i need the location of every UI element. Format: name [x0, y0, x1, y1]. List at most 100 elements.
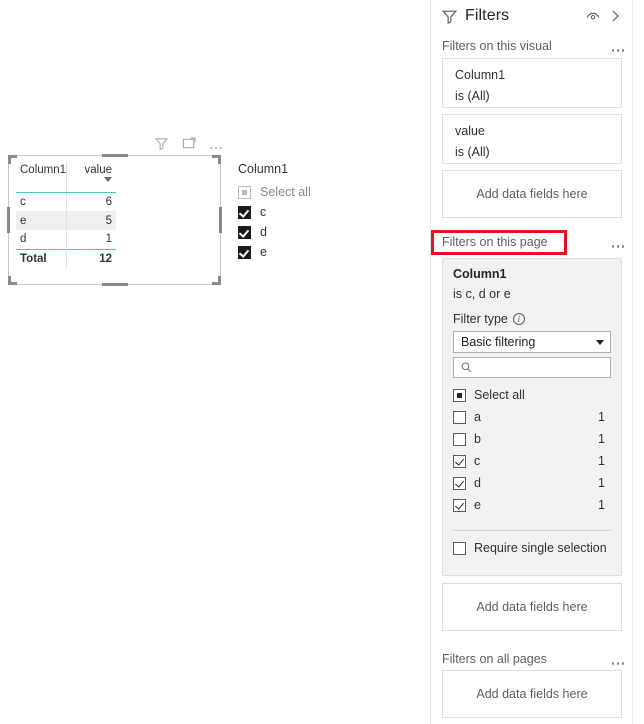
- require-single-selection-label: Require single selection: [474, 541, 607, 555]
- column-header-value-label: value: [84, 164, 113, 176]
- dropzone-label: Add data fields here: [476, 187, 588, 201]
- info-icon[interactable]: i: [512, 313, 525, 325]
- checkbox-checked-icon[interactable]: [453, 498, 466, 512]
- filter-card-column1-visual[interactable]: Column1 is (All): [442, 58, 622, 108]
- slicer-visual[interactable]: Column1 Select all c d e: [238, 162, 368, 262]
- require-single-selection-row[interactable]: Require single selection: [453, 541, 607, 555]
- filter-value-label: c: [474, 454, 481, 468]
- section-header-filters-on-this-page: Filters on this page: [431, 232, 633, 252]
- filter-value-label: a: [474, 410, 481, 424]
- dropzone-label: Add data fields here: [476, 687, 588, 701]
- column-header-value[interactable]: value: [65, 162, 116, 193]
- slicer-item-select-all[interactable]: Select all: [238, 182, 368, 202]
- section-label: Filters on this page: [442, 235, 548, 249]
- checkbox-checked-icon[interactable]: [453, 454, 466, 468]
- table-header-row: Column1 value: [16, 162, 116, 193]
- cell-label: c: [20, 195, 26, 208]
- section-label: Filters on all pages: [442, 652, 547, 666]
- checkbox-indeterminate-icon[interactable]: [453, 388, 466, 402]
- resize-handle-right[interactable]: [219, 207, 222, 233]
- dropzone-all-pages-filters[interactable]: Add data fields here: [442, 670, 622, 718]
- resize-handle-top-right[interactable]: [212, 155, 221, 164]
- report-canvas: Column1 value c 6 e 5 d 1 Total 12 Colum…: [0, 0, 430, 724]
- filter-value-row[interactable]: c 1: [453, 450, 611, 472]
- more-options-icon[interactable]: [611, 651, 624, 668]
- cell-label: e: [16, 211, 66, 230]
- slicer-title: Column1: [238, 162, 289, 176]
- checkbox-unchecked-icon[interactable]: [453, 432, 466, 446]
- slicer-item-label: d: [260, 225, 267, 239]
- filter-type-row: Filter type i: [453, 312, 611, 326]
- filter-value-count: 1: [598, 410, 605, 424]
- filter-card-condition: is (All): [455, 145, 490, 159]
- filter-value-select-all[interactable]: Select all: [453, 384, 611, 406]
- table-row[interactable]: e 5: [16, 211, 116, 230]
- checkbox-unchecked-icon[interactable]: [453, 410, 466, 424]
- chevron-down-icon: [596, 339, 604, 345]
- filter-type-dropdown[interactable]: Basic filtering: [453, 331, 611, 353]
- filter-card-field: Column1: [455, 68, 506, 82]
- resize-handle-top[interactable]: [101, 154, 128, 157]
- divider: [453, 530, 611, 531]
- slicer-item[interactable]: c: [238, 202, 368, 222]
- more-options-icon[interactable]: [611, 234, 624, 251]
- filter-card-field: value: [455, 124, 485, 138]
- slicer-item[interactable]: e: [238, 242, 368, 262]
- filter-card-value-visual[interactable]: value is (All): [442, 114, 622, 164]
- checkbox-checked-icon[interactable]: [453, 476, 466, 490]
- filter-value-count: 1: [598, 454, 605, 468]
- section-header-filters-on-all-pages: Filters on all pages: [431, 649, 633, 669]
- more-options-icon[interactable]: [209, 133, 222, 153]
- column-header-column1[interactable]: Column1: [16, 162, 66, 193]
- hide-pane-eye-icon[interactable]: [582, 5, 604, 27]
- resize-handle-bottom[interactable]: [101, 283, 128, 286]
- filter-search-input[interactable]: [473, 359, 604, 376]
- filter-icon[interactable]: [154, 135, 170, 151]
- table-grid: Column1 value c 6 e 5 d 1 Total 12: [16, 162, 116, 268]
- cell-label: d: [20, 233, 27, 246]
- chevron-right-icon[interactable]: [604, 5, 626, 27]
- table-visual[interactable]: Column1 value c 6 e 5 d 1 Total 12: [7, 154, 222, 286]
- resize-handle-bottom-right[interactable]: [212, 276, 221, 285]
- filter-funnel-icon: [441, 8, 458, 25]
- filters-pane-scrollbar[interactable]: [632, 0, 644, 724]
- dropzone-visual-filters[interactable]: Add data fields here: [442, 170, 622, 218]
- table-row[interactable]: c 6: [16, 192, 116, 211]
- filter-value-label: b: [474, 432, 481, 446]
- total-value: 12: [65, 248, 116, 268]
- resize-handle-bottom-left[interactable]: [8, 276, 17, 285]
- resize-handle-left[interactable]: [7, 207, 10, 233]
- section-header-filters-on-this-visual: Filters on this visual: [431, 36, 633, 56]
- checkbox-unchecked-icon[interactable]: [453, 541, 466, 555]
- filter-type-value: Basic filtering: [461, 335, 536, 349]
- filter-value-row[interactable]: b 1: [453, 428, 611, 450]
- slicer-item-label: c: [260, 205, 267, 219]
- filter-card-condition: is c, d or e: [453, 287, 511, 301]
- sort-descending-caret-icon: [104, 177, 112, 182]
- checkbox-checked-icon[interactable]: [238, 225, 251, 239]
- checkbox-indeterminate-icon[interactable]: [238, 185, 251, 199]
- focus-mode-icon[interactable]: [182, 135, 198, 151]
- page-title: Filters: [465, 7, 510, 24]
- slicer-item[interactable]: d: [238, 222, 368, 242]
- table-total-row: Total 12: [16, 248, 116, 268]
- filter-card-condition: is (All): [455, 89, 490, 103]
- filter-value-row[interactable]: a 1: [453, 406, 611, 428]
- checkbox-checked-icon[interactable]: [238, 205, 251, 219]
- filter-card-column1-page[interactable]: Column1 is c, d or e Filter type i Basic…: [442, 258, 622, 576]
- filters-pane: Filters Filters on this visual Column1 i…: [430, 0, 633, 724]
- filter-value-row[interactable]: d 1: [453, 472, 611, 494]
- search-magnifier-icon: [460, 361, 473, 374]
- cell-value: 1: [65, 230, 116, 249]
- table-row[interactable]: d 1: [16, 230, 116, 249]
- filters-pane-header: Filters: [431, 0, 633, 32]
- section-label: Filters on this visual: [442, 39, 552, 53]
- more-options-icon[interactable]: [611, 38, 624, 55]
- filter-search-box[interactable]: [453, 357, 611, 378]
- filter-value-count: 1: [598, 476, 605, 490]
- checkbox-checked-icon[interactable]: [238, 245, 251, 259]
- filter-value-row[interactable]: e 1: [453, 494, 611, 516]
- dropzone-page-filters[interactable]: Add data fields here: [442, 583, 622, 631]
- dropzone-label: Add data fields here: [476, 600, 588, 614]
- slicer-item-label: e: [260, 245, 267, 259]
